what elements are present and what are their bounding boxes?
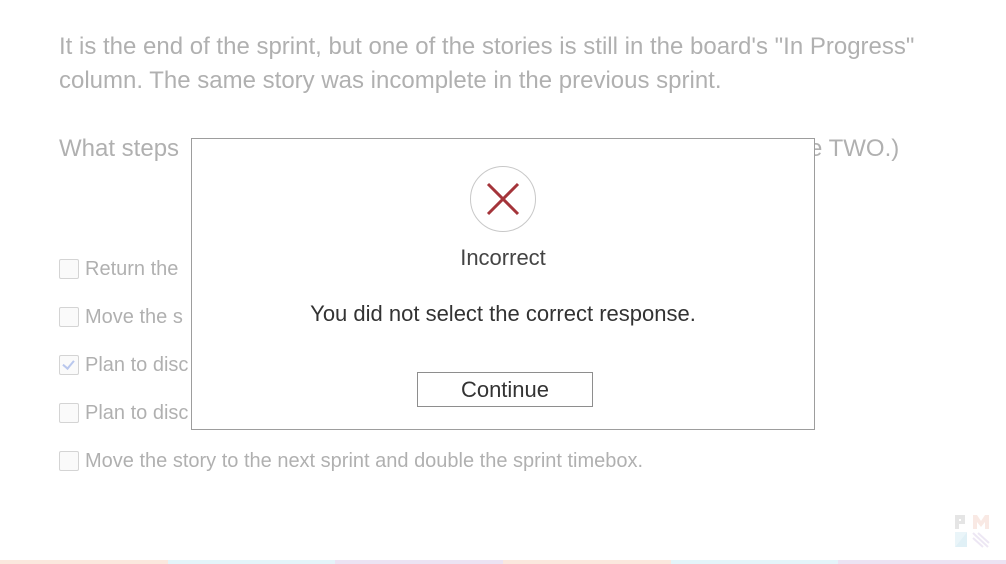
question-prompt-left: What steps bbox=[59, 135, 180, 162]
answer-option[interactable]: Move the s bbox=[59, 304, 183, 330]
answer-option[interactable]: Return the bbox=[59, 256, 178, 282]
answer-option-label: Plan to disc bbox=[85, 353, 189, 376]
pmi-logo-icon bbox=[955, 515, 990, 548]
answer-option-label: Return the bbox=[85, 257, 179, 280]
checkbox[interactable] bbox=[59, 307, 79, 327]
answer-option-label: Move the story to the next sprint and do… bbox=[85, 449, 644, 472]
accent-segment bbox=[0, 560, 168, 564]
checkbox[interactable] bbox=[59, 259, 79, 279]
modal-message: You did not select the correct response. bbox=[310, 301, 696, 326]
bottom-accent-bar bbox=[0, 560, 1006, 564]
answer-option[interactable]: Plan to disc bbox=[59, 400, 188, 426]
checkbox[interactable] bbox=[59, 451, 79, 471]
answer-option-label: Move the s bbox=[85, 305, 183, 328]
x-mark-icon bbox=[486, 182, 520, 216]
modal-title: Incorrect bbox=[460, 245, 546, 270]
feedback-modal: Incorrect You did not select the correct… bbox=[191, 138, 815, 430]
continue-button[interactable]: Continue bbox=[417, 372, 593, 407]
accent-segment bbox=[503, 560, 671, 564]
incorrect-icon bbox=[470, 166, 536, 232]
answer-option-label: Plan to disc bbox=[85, 401, 189, 424]
checkbox-checked[interactable] bbox=[59, 355, 79, 375]
accent-segment bbox=[335, 560, 504, 564]
question-text: It is the end of the sprint, but one of … bbox=[59, 33, 915, 94]
accent-segment bbox=[167, 560, 336, 564]
accent-segment bbox=[670, 560, 839, 564]
answer-option[interactable]: Move the story to the next sprint and do… bbox=[59, 448, 643, 474]
checkbox[interactable] bbox=[59, 403, 79, 423]
accent-segment bbox=[838, 560, 1006, 564]
answer-option[interactable]: Plan to disc bbox=[59, 352, 188, 378]
